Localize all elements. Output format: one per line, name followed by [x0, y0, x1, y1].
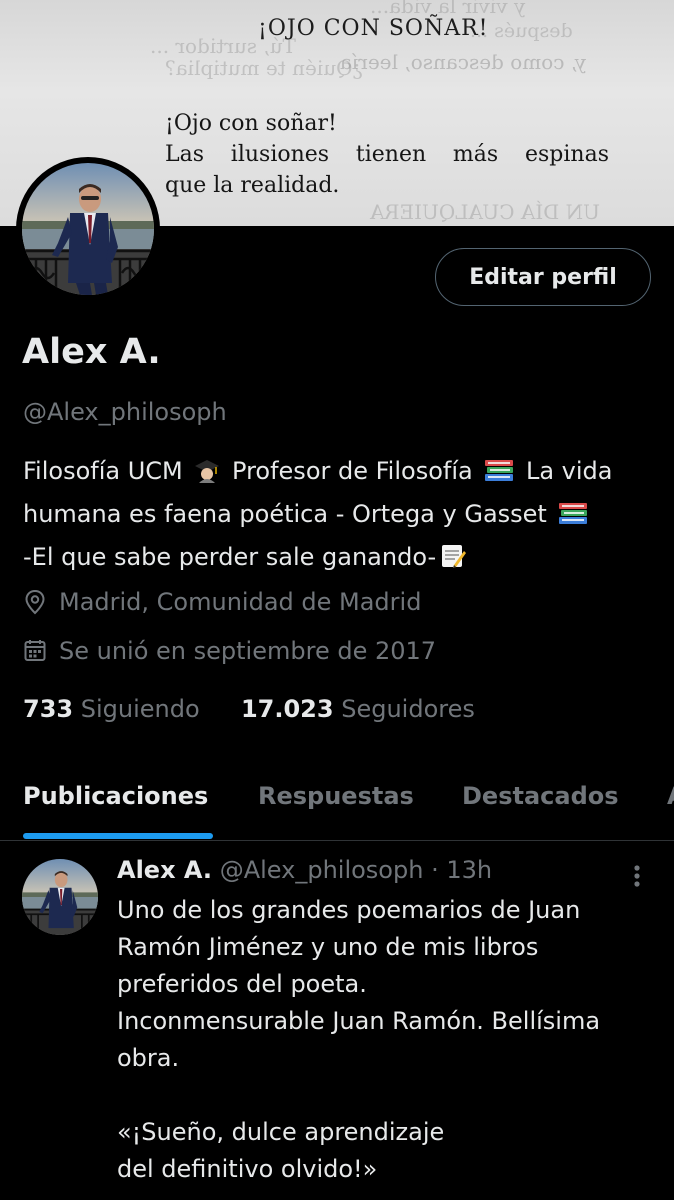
avatar-photo	[22, 859, 98, 935]
post-line: Ramón Jiménez y uno de mis libros	[117, 933, 539, 961]
tab-next-partial[interactable]: A	[667, 782, 674, 810]
join-date-text: Se unió en septiembre de 2017	[59, 637, 437, 665]
post-header: Alex A. @Alex_philosoph · 13h	[117, 856, 492, 884]
followers-count: 17.023	[240, 695, 334, 723]
banner-quote-line: ¡Ojo con soñar!	[165, 111, 337, 136]
bio-line: -El que sabe perder sale ganando-	[23, 538, 663, 581]
following-link[interactable]: 733 Siguiendo	[23, 695, 200, 723]
location-text: Madrid, Comunidad de Madrid	[59, 588, 422, 616]
post-line: obra.	[117, 1044, 180, 1072]
profile-location: Madrid, Comunidad de Madrid	[23, 588, 421, 616]
follow-counts: 733 Siguiendo 17.023 Seguidores	[23, 695, 475, 723]
post-author-handle[interactable]: @Alex_philosoph	[220, 856, 424, 884]
banner-quote-word: Las	[165, 142, 205, 167]
followers-link[interactable]: 17.023 Seguidores	[241, 695, 475, 723]
memo-emoji-icon	[440, 542, 467, 581]
post-line: preferidos del poeta.	[117, 970, 367, 998]
more-options-button[interactable]	[625, 862, 649, 892]
profile-bio: Filosofía UCM Profesor de Filosofía La v…	[23, 452, 663, 581]
tab-publicaciones[interactable]: Publicaciones	[23, 782, 208, 810]
followers-label: Seguidores	[341, 695, 475, 723]
bio-line: humana es faena poética - Ortega y Gasse…	[23, 495, 663, 538]
bio-text: Profesor de Filosofía	[224, 457, 481, 485]
profile-join-date: Se unió en septiembre de 2017	[23, 637, 436, 665]
bio-line: Filosofía UCM Profesor de Filosofía La v…	[23, 452, 663, 495]
profile-avatar[interactable]	[16, 157, 160, 301]
post-line	[117, 1077, 667, 1114]
post-line: «¡Sueño, dulce aprendizaje	[117, 1118, 445, 1146]
post-timestamp[interactable]: 13h	[446, 856, 492, 884]
banner-bleed-text: y, como descanso, leería	[340, 50, 586, 74]
banner-quote-word: ilusiones	[230, 142, 330, 167]
bio-text: Filosofía UCM	[23, 457, 191, 485]
calendar-icon	[24, 640, 46, 661]
post-author-name[interactable]: Alex A.	[117, 856, 212, 884]
profile-tabs: Publicaciones Respuestas Destacados A	[0, 770, 674, 841]
more-vertical-icon	[634, 865, 640, 887]
edit-profile-button[interactable]: Editar perfil	[435, 248, 651, 306]
banner-quote-word: espinas	[524, 142, 609, 167]
banner-bleed-text: UN DÍA CUALQUIERA	[370, 200, 600, 224]
books-emoji-icon	[484, 456, 514, 495]
post-author-avatar[interactable]	[22, 859, 98, 935]
books-emoji-icon	[558, 499, 588, 538]
profile-name: Alex A.	[22, 332, 161, 372]
bio-text: humana es faena poética - Ortega y Gasse…	[23, 500, 555, 528]
graduate-emoji-icon	[194, 456, 220, 495]
following-label: Siguiendo	[80, 695, 200, 723]
post-line: Uno de los grandes poemarios de Juan	[117, 896, 581, 924]
location-pin-icon	[25, 589, 45, 615]
active-tab-indicator	[23, 833, 213, 839]
banner-quote-word: más	[452, 142, 499, 167]
post-text: Uno de los grandes poemarios de Juan Ram…	[117, 892, 667, 1188]
following-count: 733	[23, 695, 74, 723]
post-separator: ·	[431, 856, 439, 884]
banner-title: ¡OJO CON SOÑAR!	[258, 16, 489, 41]
banner-quote-word: tienen	[355, 142, 427, 167]
banner-bleed-text: ¿Quién te mutiplia?	[165, 56, 364, 80]
tab-respuestas[interactable]: Respuestas	[258, 782, 414, 810]
post-line: Inconmensurable Juan Ramón. Bellísima	[117, 1007, 601, 1035]
banner-quote-line: Las ilusiones tienen más espinas	[165, 139, 609, 170]
banner-quote: ¡Ojo con soñar! Las ilusiones tienen más esp…	[165, 108, 609, 201]
profile-handle: @Alex_philosoph	[23, 398, 227, 426]
post-line: del definitivo olvido!»	[117, 1155, 378, 1183]
tab-destacados[interactable]: Destacados	[462, 782, 619, 810]
bio-text: La vida	[518, 457, 613, 485]
bio-text: -El que sabe perder sale ganando-	[23, 543, 437, 571]
avatar-photo	[22, 163, 154, 295]
banner-quote-line: que la realidad.	[165, 173, 340, 198]
